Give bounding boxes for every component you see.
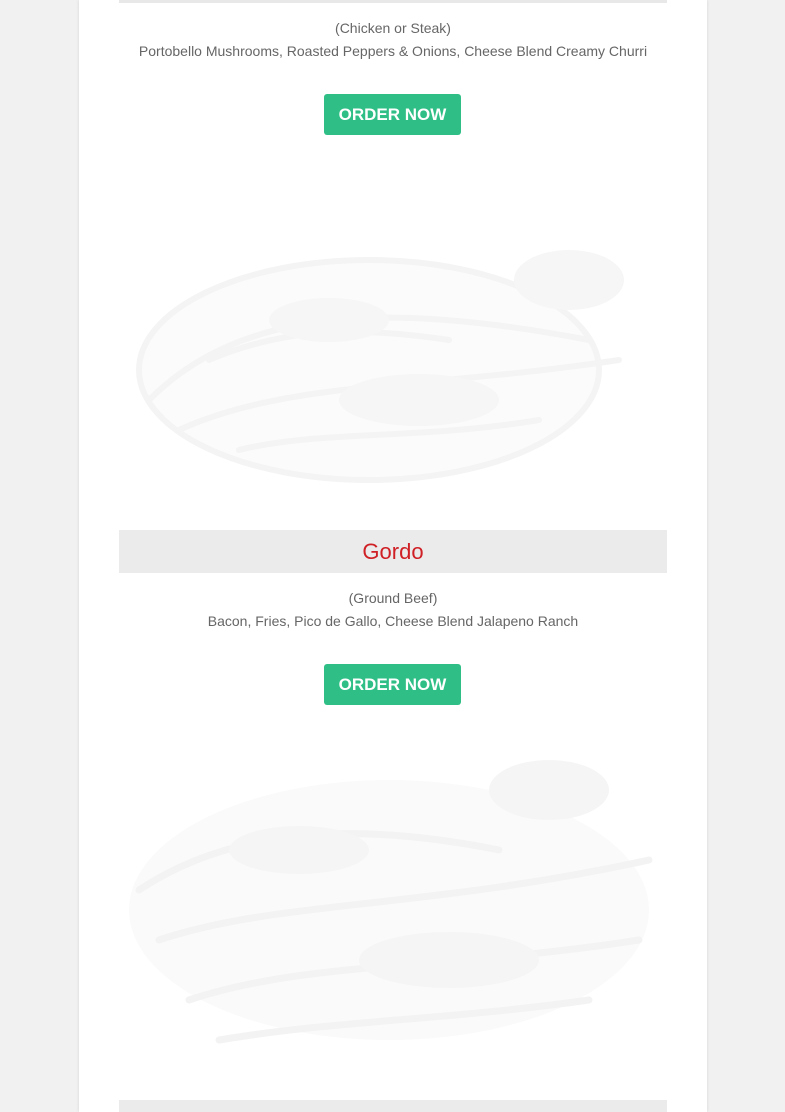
ingredients-list: Portobello Mushrooms, Roasted Peppers & … [138,43,648,59]
menu-item-description: (Ground Beef) Bacon, Fries, Pico de Gall… [119,587,667,633]
order-now-button[interactable]: ORDER NOW [324,664,461,705]
burrito-image [136,250,624,483]
burrito-image [129,760,653,1044]
order-now-button[interactable]: ORDER NOW [324,94,461,135]
protein-choice: (Chicken or Steak) [335,20,451,36]
ingredients-list: Bacon, Fries, Pico de Gallo, Cheese Blen… [207,613,579,629]
menu-item-description: (Chicken or Steak) Portobello Mushrooms,… [119,17,667,63]
menu-page: (Chicken or Steak) Portobello Mushrooms,… [79,0,707,1112]
title-bar-bottom-edge [119,0,667,3]
menu-item-title: Gordo [119,530,667,573]
menu-item-title-next [119,1100,667,1112]
protein-choice: (Ground Beef) [348,590,438,606]
